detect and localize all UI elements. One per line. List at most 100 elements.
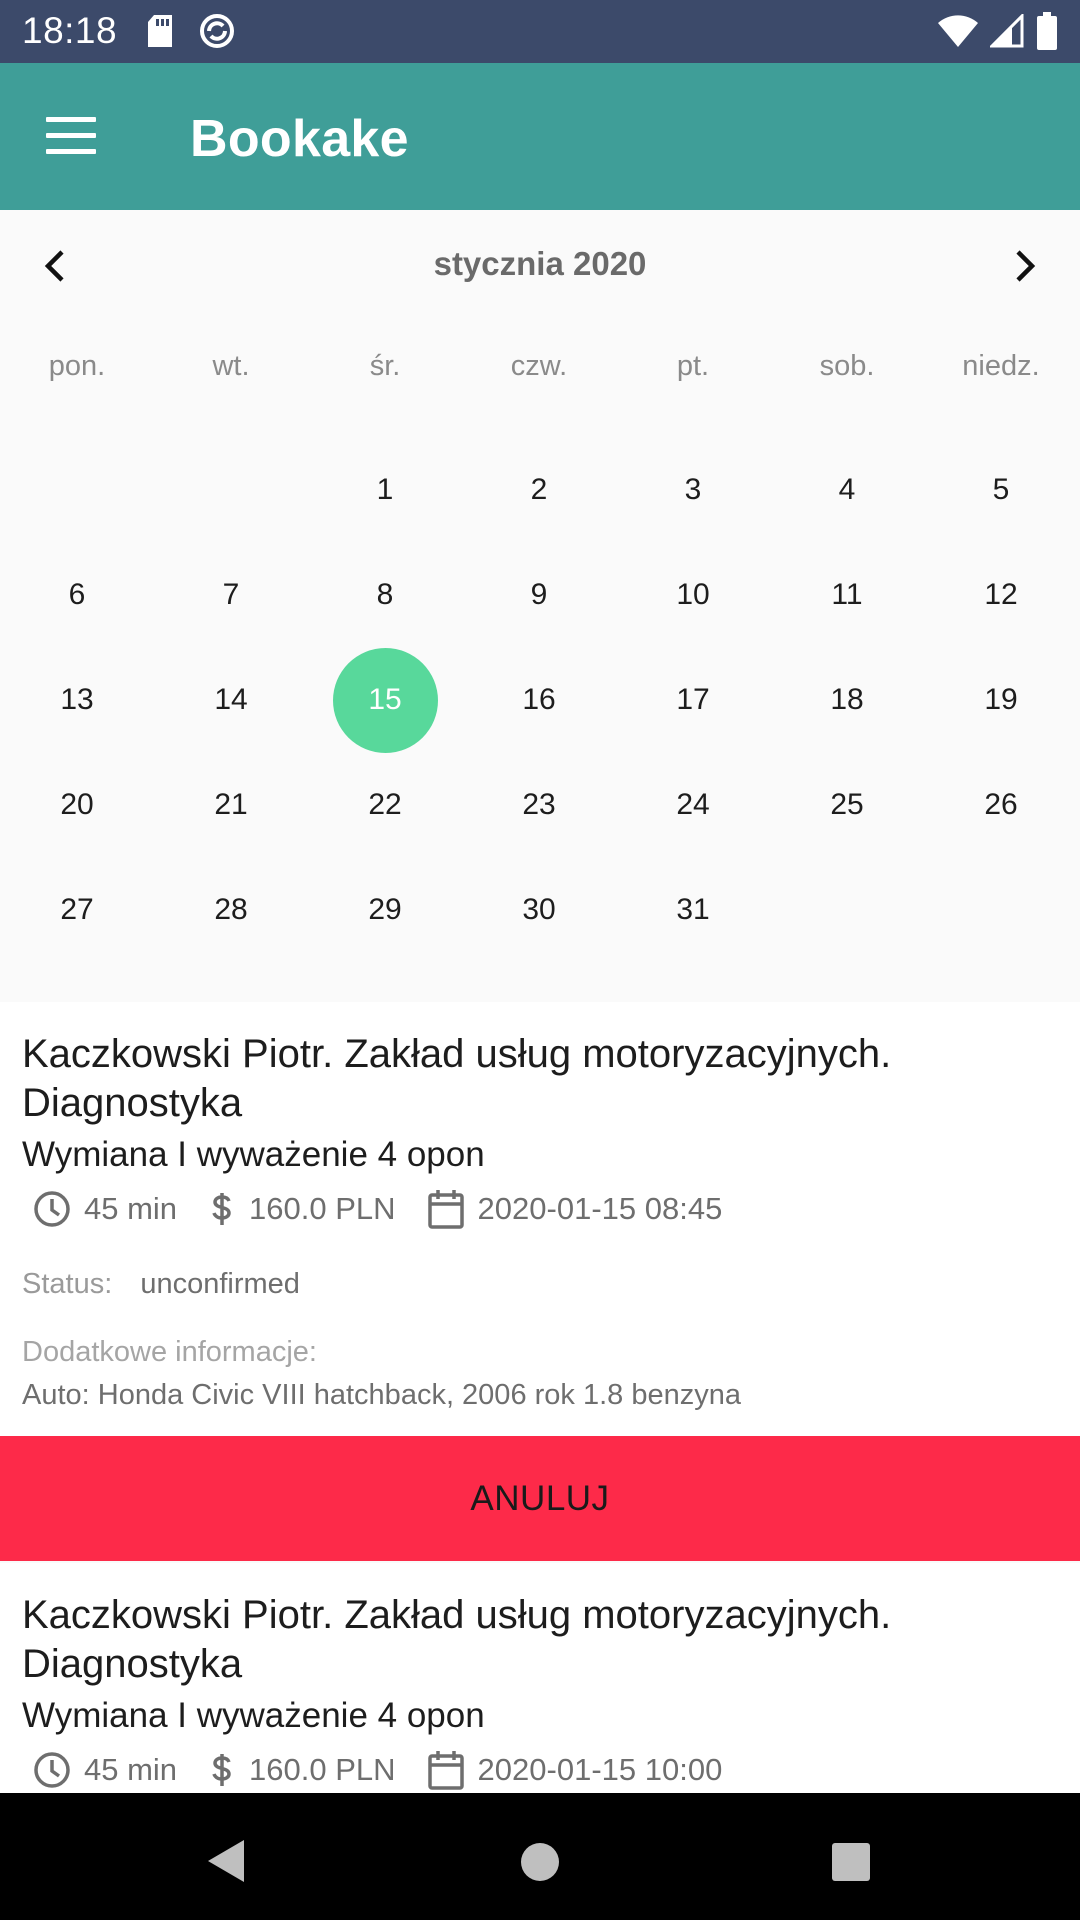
calendar-day[interactable]: 28 bbox=[154, 857, 308, 962]
calendar-day-number: 2 bbox=[530, 473, 548, 506]
calendar-day-number: 18 bbox=[830, 683, 864, 716]
calendar-day[interactable]: 7 bbox=[154, 542, 308, 647]
calendar-day-number: 19 bbox=[984, 683, 1018, 716]
calendar-day-number: 8 bbox=[376, 578, 394, 611]
booking-meta: 45 min 160.0 PLN 2020-01-15 08:45 bbox=[32, 1188, 752, 1230]
sync-icon bbox=[198, 12, 236, 55]
calendar-day-number: 30 bbox=[522, 893, 556, 926]
calendar-day[interactable]: 2 bbox=[462, 437, 616, 542]
calendar-day-number: 5 bbox=[992, 473, 1010, 506]
calendar-day[interactable]: 16 bbox=[462, 647, 616, 752]
calendar-day-number: 31 bbox=[676, 893, 710, 926]
status-bar: 18:18 bbox=[0, 0, 1080, 63]
booking-card: Kaczkowski Piotr. Zakład usług motoryzac… bbox=[0, 1563, 1080, 1793]
status-label: Status: bbox=[22, 1268, 113, 1300]
calendar-day-number: 9 bbox=[530, 578, 548, 611]
clock-icon bbox=[34, 1191, 70, 1227]
dollar-icon bbox=[212, 1193, 231, 1225]
duration-text: 45 min bbox=[84, 1752, 178, 1787]
clock-icon bbox=[34, 1752, 70, 1788]
weekday-label: śr. bbox=[369, 350, 401, 382]
calendar-day[interactable]: 6 bbox=[0, 542, 154, 647]
hamburger-menu-icon[interactable] bbox=[46, 117, 98, 157]
calendar-day[interactable]: 10 bbox=[616, 542, 770, 647]
calendar-day[interactable]: 11 bbox=[770, 542, 924, 647]
wifi-icon bbox=[938, 15, 978, 47]
calendar-day[interactable]: 25 bbox=[770, 752, 924, 857]
calendar-day-number: 20 bbox=[60, 788, 94, 821]
weekday-label: pt. bbox=[676, 350, 710, 382]
calendar-icon bbox=[427, 1190, 464, 1229]
calendar-day-number: 10 bbox=[676, 578, 710, 611]
booking-meta: 45 min 160.0 PLN 2020-01-15 10:00 bbox=[32, 1749, 752, 1791]
calendar-day-number: 4 bbox=[838, 473, 856, 506]
calendar-icon bbox=[427, 1751, 464, 1790]
calendar-day[interactable]: 3 bbox=[616, 437, 770, 542]
calendar-day[interactable]: 18 bbox=[770, 647, 924, 752]
calendar-day-number: 11 bbox=[831, 578, 863, 611]
status-time: 18:18 bbox=[22, 10, 118, 51]
dollar-icon bbox=[212, 1754, 231, 1786]
datetime: 2020-01-15 10:00 bbox=[426, 1749, 723, 1791]
calendar-day-selected[interactable]: 15 bbox=[308, 647, 462, 753]
provider-name: Kaczkowski Piotr. Zakład usług motoryzac… bbox=[22, 1032, 892, 1125]
calendar-day[interactable]: 8 bbox=[308, 542, 462, 647]
calendar-day-number: 15 bbox=[368, 683, 402, 716]
calendar-day-number: 25 bbox=[830, 788, 864, 821]
status-value: unconfirmed bbox=[140, 1268, 300, 1300]
calendar-day[interactable]: 17 bbox=[616, 647, 770, 752]
calendar-day-number: 21 bbox=[214, 788, 248, 821]
days-grid: 1 2 3 4 5 6 7 8 9 10 11 12 13 14 15 16 17 18 19 20 21 22 23 24 2… bbox=[0, 437, 1078, 962]
calendar-day-number: 16 bbox=[522, 683, 556, 716]
calendar-day-number: 26 bbox=[984, 788, 1018, 821]
additional-info-label: Dodatkowe informacje: bbox=[22, 1336, 317, 1368]
booking-card: Kaczkowski Piotr. Zakład usług motoryzac… bbox=[0, 1002, 1080, 1436]
calendar-day-number: 7 bbox=[222, 578, 240, 611]
calendar-day[interactable]: 29 bbox=[308, 857, 462, 962]
calendar-day[interactable]: 21 bbox=[154, 752, 308, 857]
calendar-day-number: 28 bbox=[214, 893, 248, 926]
calendar-day[interactable]: 27 bbox=[0, 857, 154, 962]
calendar-day[interactable]: 14 bbox=[154, 647, 308, 752]
empty-day-cell bbox=[154, 437, 308, 542]
weekday-row: pon. wt. śr. czw. pt. sob. niedz. bbox=[0, 350, 1078, 383]
back-icon[interactable] bbox=[206, 1838, 246, 1889]
sd-card-icon bbox=[146, 14, 174, 53]
calendar-day[interactable]: 26 bbox=[924, 752, 1078, 857]
calendar: stycznia 2020 pon. wt. śr. czw. pt. sob.… bbox=[0, 210, 1080, 1000]
calendar-day[interactable]: 20 bbox=[0, 752, 154, 857]
calendar-day[interactable]: 1 bbox=[308, 437, 462, 542]
calendar-day[interactable]: 19 bbox=[924, 647, 1078, 752]
weekday-label: sob. bbox=[819, 350, 875, 382]
calendar-day-number: 29 bbox=[368, 893, 402, 926]
datetime-text: 2020-01-15 10:00 bbox=[477, 1752, 723, 1787]
calendar-day[interactable]: 23 bbox=[462, 752, 616, 857]
duration: 45 min bbox=[32, 1189, 177, 1229]
next-month-button[interactable] bbox=[1004, 246, 1044, 286]
home-icon[interactable] bbox=[521, 1843, 559, 1881]
calendar-day-number: 13 bbox=[60, 683, 94, 716]
duration: 45 min bbox=[32, 1750, 177, 1790]
service-name: Wymiana I wyważenie 4 opon bbox=[22, 1696, 485, 1735]
battery-icon bbox=[1037, 12, 1057, 50]
datetime: 2020-01-15 08:45 bbox=[426, 1188, 722, 1230]
cancel-button[interactable]: ANULUJ bbox=[0, 1436, 1080, 1561]
calendar-day[interactable]: 31 bbox=[616, 857, 770, 962]
calendar-day[interactable]: 4 bbox=[770, 437, 924, 542]
calendar-day[interactable]: 12 bbox=[924, 542, 1078, 647]
calendar-day[interactable]: 30 bbox=[462, 857, 616, 962]
calendar-day[interactable]: 24 bbox=[616, 752, 770, 857]
chevron-right-icon bbox=[1016, 250, 1036, 282]
status-icons bbox=[938, 12, 1058, 50]
calendar-day[interactable]: 9 bbox=[462, 542, 616, 647]
calendar-day-number: 14 bbox=[214, 683, 248, 716]
provider-name: Kaczkowski Piotr. Zakład usług motoryzac… bbox=[22, 1593, 892, 1686]
calendar-day[interactable]: 22 bbox=[308, 752, 462, 857]
weekday-label: pon. bbox=[48, 350, 106, 382]
calendar-day[interactable]: 5 bbox=[924, 437, 1078, 542]
calendar-day-number: 17 bbox=[676, 683, 710, 716]
calendar-day-number: 23 bbox=[522, 788, 556, 821]
calendar-day[interactable]: 13 bbox=[0, 647, 154, 752]
calendar-day-number: 6 bbox=[68, 578, 86, 611]
recents-icon[interactable] bbox=[832, 1843, 870, 1881]
